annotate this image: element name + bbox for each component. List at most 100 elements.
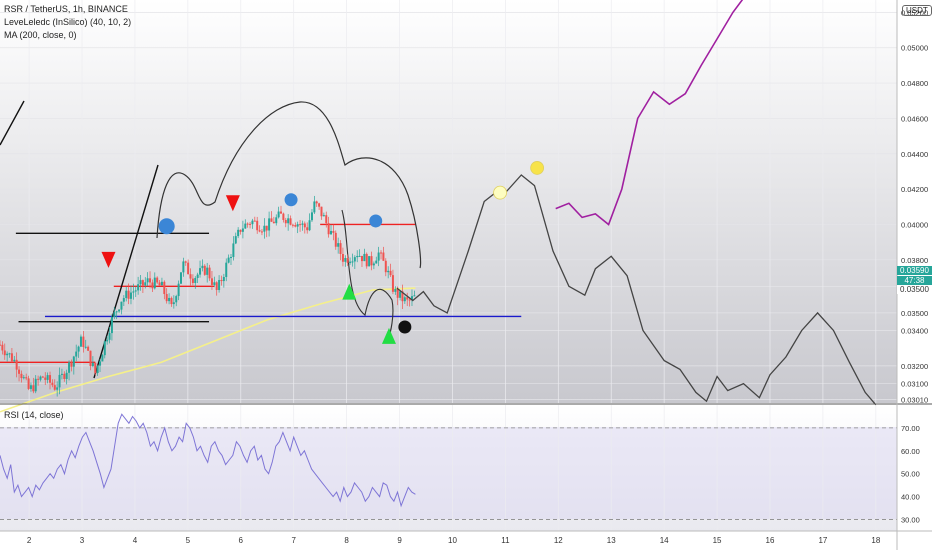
candle-body	[10, 353, 13, 362]
candle-body	[203, 265, 206, 275]
candle-body	[310, 212, 313, 221]
candle-body	[337, 243, 340, 247]
candle-body	[184, 261, 187, 263]
candle-body	[84, 346, 87, 348]
time-tick-label: 4	[133, 536, 138, 545]
signal-circle	[493, 185, 507, 200]
candle-body	[387, 270, 390, 273]
time-tick-label: 15	[713, 536, 722, 545]
time-tick-label: 7	[291, 536, 296, 545]
candle-body	[56, 387, 59, 390]
candle-body	[222, 276, 225, 282]
candle-body	[275, 217, 278, 224]
price-tick-label: 0.03200	[901, 362, 928, 371]
candle-body	[358, 255, 361, 257]
candle-body	[70, 362, 73, 367]
candle-body	[318, 203, 321, 207]
candle-body	[77, 346, 80, 352]
price-axis[interactable]: 0.030100.031000.032000.034000.035000.036…	[901, 8, 928, 404]
rsi-tick-label: 70.00	[901, 424, 920, 433]
candle-body	[15, 359, 18, 370]
candle-body	[391, 275, 394, 292]
candle-body	[101, 355, 104, 362]
candle-body	[268, 218, 271, 231]
candle-body	[303, 223, 306, 228]
candle-body	[368, 256, 371, 267]
candle-body	[265, 225, 268, 231]
candle-body	[322, 215, 325, 217]
rsi-axis[interactable]: 30.00 40.00 50.00 60.00 70.00	[901, 424, 920, 525]
price-tick-label: 0.03400	[901, 327, 928, 336]
candle-body	[380, 252, 383, 254]
time-axis[interactable]: 2 3 4 5 6 7 8 9 10 11 12 13 14 15 16 17 18	[27, 536, 881, 545]
price-tick-label: 0.05000	[901, 44, 928, 53]
time-tick-label: 3	[80, 536, 85, 545]
candle-body	[289, 218, 292, 225]
candle-body	[196, 274, 199, 279]
candle-body	[394, 288, 397, 292]
indicator-legend-levels[interactable]: LeveLeledc (InSilico) (40, 10, 2)	[4, 17, 131, 27]
candle-body	[1, 344, 4, 351]
candle-body	[113, 312, 116, 318]
candle-body	[108, 333, 111, 340]
candle-body	[320, 206, 323, 217]
candle-body	[284, 219, 287, 224]
candle-body	[37, 378, 40, 380]
price-tick-label: 0.04000	[901, 220, 928, 229]
candle-body	[0, 344, 1, 346]
candle-body	[237, 229, 240, 237]
time-tick-label: 13	[607, 536, 616, 545]
candle-body	[334, 232, 337, 247]
candle-body	[151, 282, 154, 289]
candle-body	[46, 375, 49, 380]
candle-body	[191, 278, 194, 283]
candle-body	[146, 278, 149, 283]
rsi-legend[interactable]: RSI (14, close)	[4, 410, 64, 420]
price-tick-label: 0.04400	[901, 150, 928, 159]
candle-body	[296, 224, 299, 227]
countdown-tag: 47:38	[897, 276, 932, 285]
candle-body	[44, 377, 47, 380]
time-tick-label: 12	[554, 536, 563, 545]
chart-canvas[interactable]: 0.030100.031000.032000.034000.035000.036…	[0, 0, 932, 550]
candle-body	[406, 297, 409, 300]
currency-badge[interactable]: USDT	[902, 5, 932, 16]
candle-body	[287, 218, 290, 224]
candle-body	[25, 377, 28, 379]
candle-body	[189, 274, 192, 279]
candle-body	[125, 290, 128, 299]
candle-body	[256, 220, 259, 231]
candle-body	[382, 252, 385, 261]
candle-body	[20, 373, 23, 379]
candle-body	[403, 297, 406, 302]
candle-body	[96, 365, 99, 374]
candle-body	[165, 294, 168, 302]
price-tick-label: 0.04800	[901, 79, 928, 88]
time-tick-label: 16	[766, 536, 775, 545]
candle-body	[280, 211, 283, 214]
candle-body	[413, 295, 416, 297]
candle-body	[299, 224, 302, 226]
candle-body	[39, 376, 42, 380]
symbol-legend[interactable]: RSR / TetherUS, 1h, BINANCE	[4, 4, 128, 14]
candle-body	[32, 385, 35, 392]
candle-body	[68, 362, 71, 373]
candle-body	[360, 255, 363, 262]
candle-body	[160, 281, 163, 286]
candle-body	[122, 298, 125, 302]
time-tick-label: 11	[501, 536, 510, 545]
candle-body	[129, 292, 132, 299]
candle-body	[344, 258, 347, 262]
candle-body	[8, 353, 11, 355]
candle-body	[63, 373, 66, 379]
candle-body	[234, 236, 237, 244]
indicator-legend-ma[interactable]: MA (200, close, 0)	[4, 30, 77, 40]
candle-body	[210, 278, 213, 285]
candle-body	[168, 297, 171, 302]
candle-body	[241, 228, 244, 232]
candle-body	[349, 261, 352, 263]
candle-body	[291, 224, 294, 226]
candle-body	[175, 296, 178, 303]
candle-body	[272, 221, 275, 224]
time-tick-label: 14	[660, 536, 669, 545]
